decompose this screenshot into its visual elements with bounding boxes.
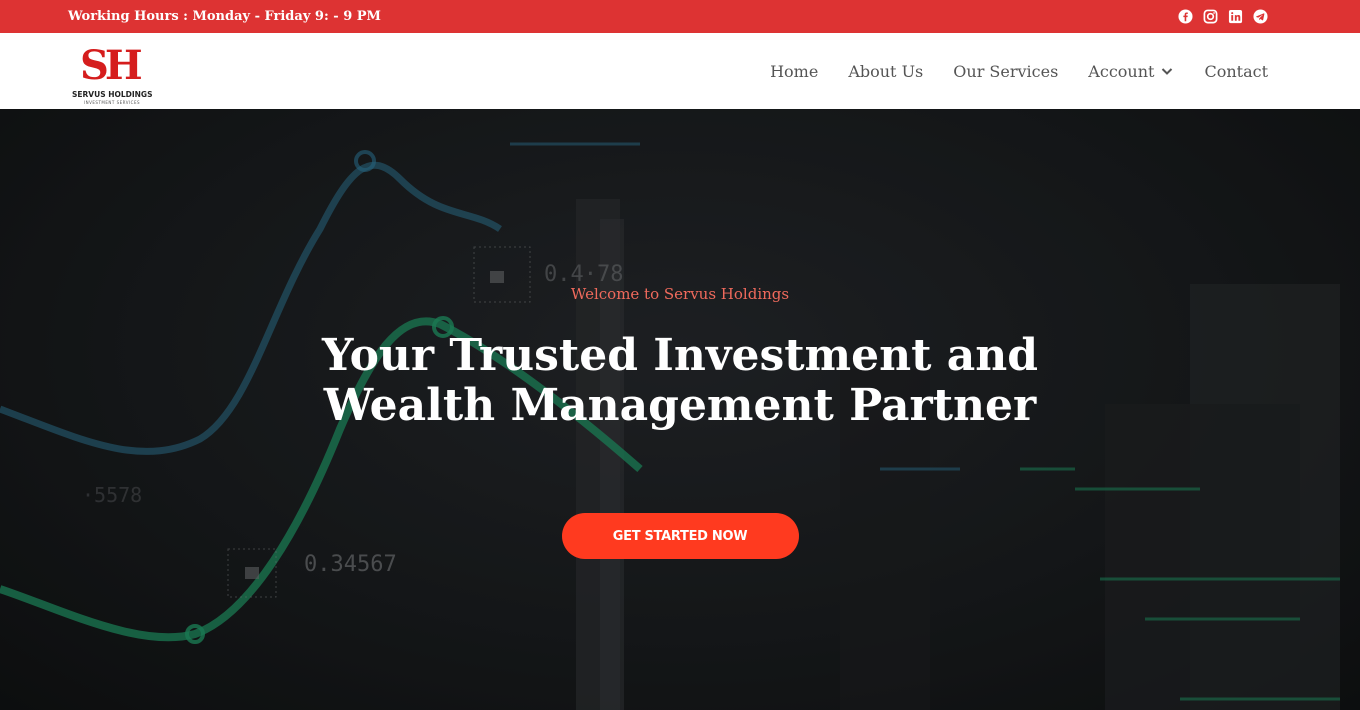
nav-our-services[interactable]: Our Services [953, 62, 1058, 81]
logo-mark: SH [80, 42, 143, 89]
chevron-down-icon [1162, 68, 1173, 75]
top-bar: Working Hours : Monday - Friday 9: - 9 P… [0, 0, 1360, 33]
main-navbar: SH SERVUS HOLDINGS INVESTMENT SERVICES H… [0, 33, 1360, 109]
welcome-text: Welcome to Servus Holdings [570, 285, 790, 303]
nav-account-label: Account [1088, 61, 1155, 81]
get-started-button[interactable]: GET STARTED NOW [561, 513, 799, 559]
hero-section: 0.4·78 0.34567 ·5578 Welcome to Servus H… [0, 109, 1360, 710]
working-hours-text: Working Hours : Monday - Friday 9: - 9 P… [68, 9, 381, 24]
linkedin-icon[interactable] [1228, 9, 1243, 24]
nav-about-us[interactable]: About Us [848, 62, 923, 81]
nav-account[interactable]: Account [1088, 62, 1174, 81]
instagram-icon[interactable] [1203, 9, 1218, 24]
nav-home[interactable]: Home [770, 62, 818, 81]
facebook-icon[interactable] [1178, 9, 1193, 24]
nav-contact[interactable]: Contact [1204, 62, 1268, 81]
logo-subtitle: INVESTMENT SERVICES [84, 100, 141, 105]
site-logo[interactable]: SH SERVUS HOLDINGS INVESTMENT SERVICES [72, 40, 153, 105]
hero-headline: Your Trusted Investment and Wealth Manag… [322, 330, 1038, 431]
hero-content: Welcome to Servus Holdings Your Trusted … [0, 109, 1360, 710]
telegram-icon[interactable] [1253, 9, 1268, 24]
social-links [1178, 9, 1268, 24]
logo-name: SERVUS HOLDINGS [72, 90, 153, 99]
main-menu: Home About Us Our Services Account Conta… [770, 62, 1268, 81]
